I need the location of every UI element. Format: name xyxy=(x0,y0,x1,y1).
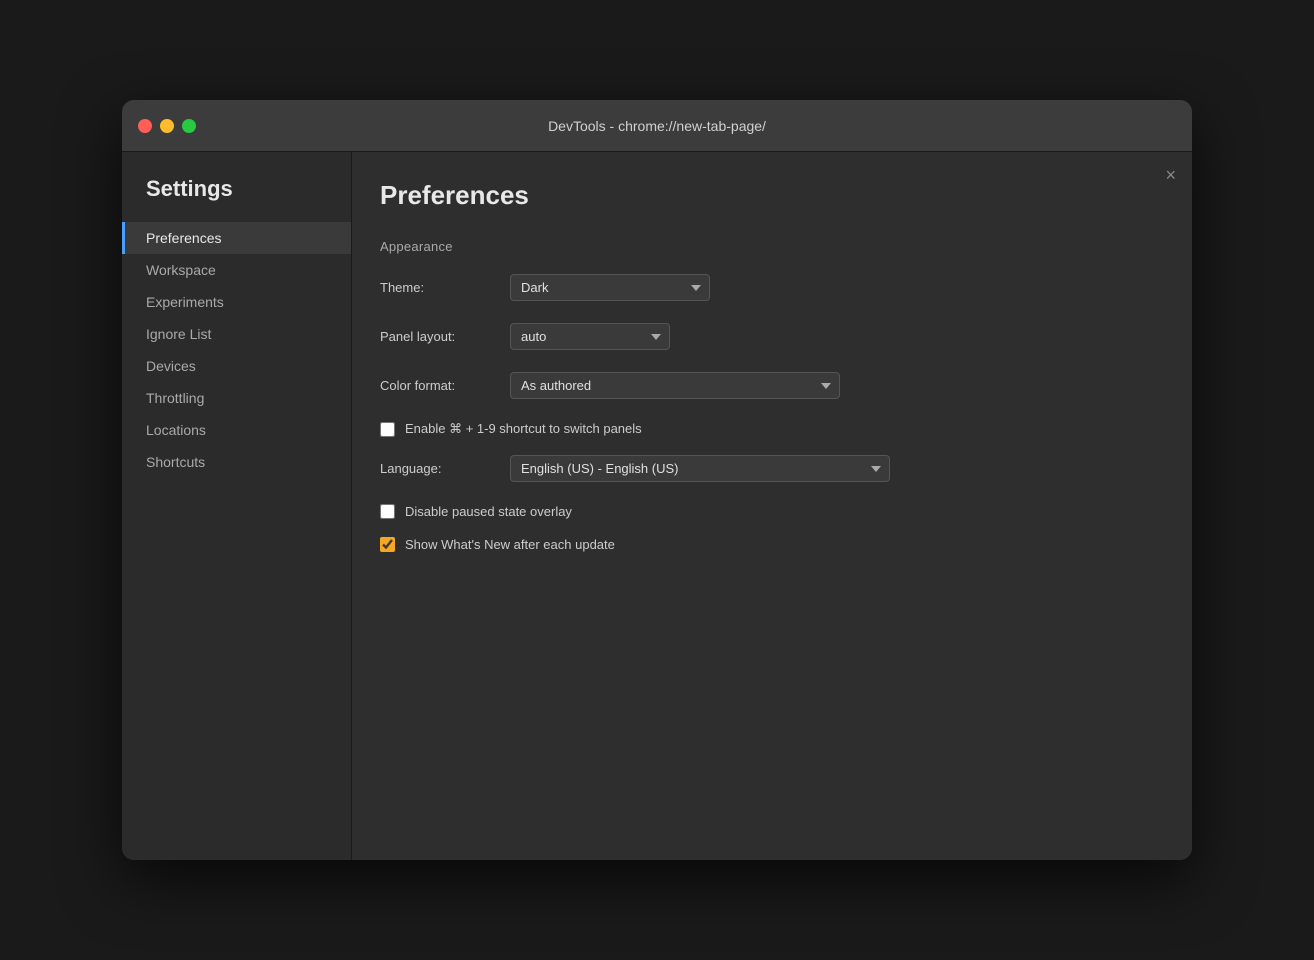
theme-label: Theme: xyxy=(380,280,510,295)
content-area: × Preferences Appearance Theme: Dark Lig… xyxy=(352,152,1192,860)
color-format-select[interactable]: As authored HEX RGB HSL xyxy=(510,372,840,399)
sidebar-heading: Settings xyxy=(122,176,351,222)
shortcut-label[interactable]: Enable ⌘ + 1-9 shortcut to switch panels xyxy=(405,421,642,437)
titlebar: DevTools - chrome://new-tab-page/ xyxy=(122,100,1192,152)
sidebar-item-preferences[interactable]: Preferences xyxy=(122,222,351,254)
language-label: Language: xyxy=(380,461,510,476)
maximize-traffic-light[interactable] xyxy=(182,119,196,133)
whats-new-checkbox[interactable] xyxy=(380,537,395,552)
sidebar-item-ignore-list[interactable]: Ignore List xyxy=(122,318,351,350)
sidebar-item-label-workspace: Workspace xyxy=(146,262,216,278)
disable-paused-checkbox[interactable] xyxy=(380,504,395,519)
panel-layout-select[interactable]: auto horizontal vertical xyxy=(510,323,670,350)
sidebar-item-label-preferences: Preferences xyxy=(146,230,221,246)
sidebar-item-label-devices: Devices xyxy=(146,358,196,374)
close-traffic-light[interactable] xyxy=(138,119,152,133)
theme-select[interactable]: Dark Light System preference xyxy=(510,274,710,301)
color-format-label: Color format: xyxy=(380,378,510,393)
disable-paused-row: Disable paused state overlay xyxy=(380,504,1152,519)
section-appearance-title: Appearance xyxy=(380,239,1152,254)
sidebar: Settings Preferences Workspace Experimen… xyxy=(122,152,352,860)
whats-new-label[interactable]: Show What's New after each update xyxy=(405,537,615,552)
sidebar-item-label-throttling: Throttling xyxy=(146,390,204,406)
shortcut-checkbox[interactable] xyxy=(380,422,395,437)
sidebar-item-devices[interactable]: Devices xyxy=(122,350,351,382)
disable-paused-label[interactable]: Disable paused state overlay xyxy=(405,504,572,519)
panel-layout-label: Panel layout: xyxy=(380,329,510,344)
sidebar-item-label-locations: Locations xyxy=(146,422,206,438)
sidebar-item-label-ignore-list: Ignore List xyxy=(146,326,211,342)
sidebar-item-throttling[interactable]: Throttling xyxy=(122,382,351,414)
whats-new-row: Show What's New after each update xyxy=(380,537,1152,552)
devtools-window: DevTools - chrome://new-tab-page/ Settin… xyxy=(122,100,1192,860)
sidebar-item-locations[interactable]: Locations xyxy=(122,414,351,446)
minimize-traffic-light[interactable] xyxy=(160,119,174,133)
traffic-lights xyxy=(138,119,196,133)
panel-layout-row: Panel layout: auto horizontal vertical xyxy=(380,323,1152,350)
sidebar-item-label-experiments: Experiments xyxy=(146,294,224,310)
shortcut-checkbox-row: Enable ⌘ + 1-9 shortcut to switch panels xyxy=(380,421,1152,437)
window-body: Settings Preferences Workspace Experimen… xyxy=(122,152,1192,860)
sidebar-item-label-shortcuts: Shortcuts xyxy=(146,454,205,470)
titlebar-title: DevTools - chrome://new-tab-page/ xyxy=(548,118,766,134)
sidebar-item-experiments[interactable]: Experiments xyxy=(122,286,351,318)
content-title: Preferences xyxy=(380,180,1152,211)
theme-row: Theme: Dark Light System preference xyxy=(380,274,1152,301)
content-scroll: Preferences Appearance Theme: Dark Light… xyxy=(352,152,1192,860)
language-row: Language: English (US) - English (US) De… xyxy=(380,455,1152,482)
language-select[interactable]: English (US) - English (US) Deutsch Espa… xyxy=(510,455,890,482)
sidebar-item-shortcuts[interactable]: Shortcuts xyxy=(122,446,351,478)
sidebar-item-workspace[interactable]: Workspace xyxy=(122,254,351,286)
close-button[interactable]: × xyxy=(1165,166,1176,184)
color-format-row: Color format: As authored HEX RGB HSL xyxy=(380,372,1152,399)
